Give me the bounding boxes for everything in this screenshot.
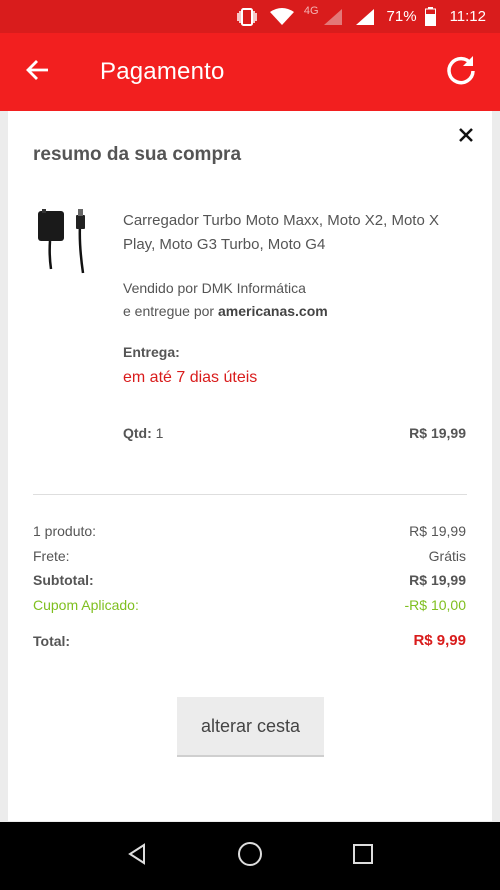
totals-value: R$ 19,99 xyxy=(409,523,466,539)
delivery-estimate: em até 7 dias úteis xyxy=(123,369,258,386)
triangle-back-icon xyxy=(125,842,149,871)
totals-row-shipping: Frete: Grátis xyxy=(33,544,466,569)
battery-percent: 71% xyxy=(386,8,417,25)
network-type-label: 4G xyxy=(303,4,319,17)
product-name: Carregador Turbo Moto Maxx, Moto X2, Mot… xyxy=(123,212,439,253)
back-button[interactable] xyxy=(0,33,76,111)
delivered-by: e entregue por americanas.com xyxy=(123,300,463,323)
totals-row-products: 1 produto: R$ 19,99 xyxy=(33,519,466,544)
refresh-icon xyxy=(445,54,477,91)
totals-value: Grátis xyxy=(428,547,466,564)
totals-label: Total: xyxy=(33,633,71,649)
totals-label: Subtotal: xyxy=(33,572,94,588)
signal-icon xyxy=(323,8,343,26)
totals-label: 1 produto: xyxy=(33,523,97,539)
totals-value: R$ 19,99 xyxy=(409,572,466,588)
signal-icon xyxy=(355,8,375,26)
change-cart-button[interactable]: alterar cesta xyxy=(177,697,324,757)
product-image xyxy=(36,205,96,275)
nav-recents-button[interactable] xyxy=(343,836,383,876)
delivered-by-store: americanas.com xyxy=(217,303,328,319)
system-nav-bar xyxy=(0,822,500,890)
battery-icon xyxy=(424,7,436,26)
status-bar: 4G 71% 11:12 xyxy=(0,0,500,33)
purchase-summary-card: resumo da sua compra Carregador Turbo Mo… xyxy=(8,111,492,821)
close-button[interactable] xyxy=(454,125,478,149)
wifi-icon xyxy=(269,7,294,26)
refresh-button[interactable] xyxy=(422,33,500,111)
totals-value: -R$ 10,00 xyxy=(404,596,466,613)
app-bar: Pagamento xyxy=(0,33,500,111)
close-icon xyxy=(458,127,474,148)
delivery-label: Entrega: xyxy=(123,344,180,360)
totals-list: 1 produto: R$ 19,99 Frete: Grátis Subtot… xyxy=(33,519,466,654)
summary-title: resumo da sua compra xyxy=(33,144,242,165)
seller-info: Vendido por DMK Informática e entregue p… xyxy=(123,277,463,323)
vibrate-icon xyxy=(236,7,258,26)
totals-label: Cupom Aplicado: xyxy=(33,596,139,613)
totals-row-coupon: Cupom Aplicado: -R$ 10,00 xyxy=(33,593,466,618)
totals-row-subtotal: Subtotal: R$ 19,99 xyxy=(33,568,466,593)
quantity-label: Qtd: xyxy=(123,425,152,441)
totals-row-total: Total: R$ 9,99 xyxy=(33,629,466,654)
nav-back-button[interactable] xyxy=(117,836,157,876)
circle-home-icon xyxy=(237,841,263,872)
totals-label: Frete: xyxy=(33,547,70,564)
totals-value: R$ 9,99 xyxy=(413,632,466,649)
arrow-left-icon xyxy=(26,59,50,86)
quantity: Qtd: 1 xyxy=(123,425,163,441)
quantity-value: 1 xyxy=(155,425,164,441)
sold-by: Vendido por DMK Informática xyxy=(123,280,306,296)
nav-home-button[interactable] xyxy=(230,836,270,876)
page-title: Pagamento xyxy=(100,58,225,85)
square-recents-icon xyxy=(352,843,374,870)
clock: 11:12 xyxy=(449,8,486,25)
divider xyxy=(33,494,467,495)
delivered-by-prefix: e entregue por xyxy=(123,303,215,319)
item-price: R$ 19,99 xyxy=(409,425,466,441)
